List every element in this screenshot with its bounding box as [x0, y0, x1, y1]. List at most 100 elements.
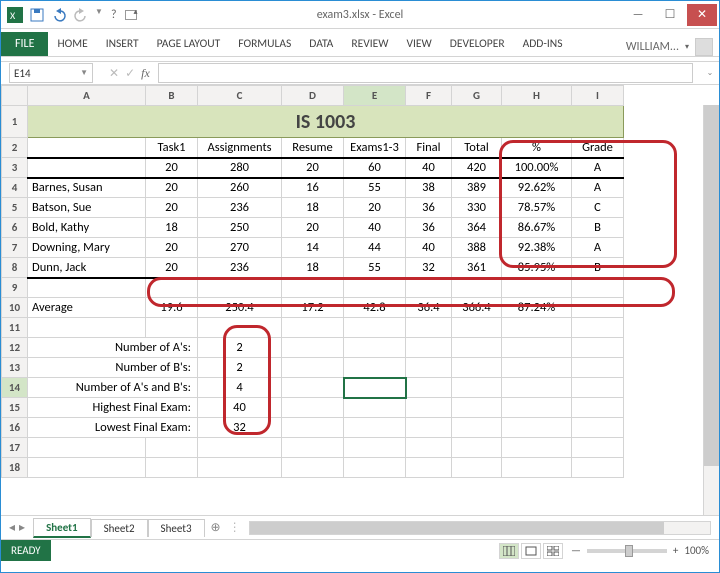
row-header-11[interactable]: 11 [2, 318, 28, 338]
cell[interactable]: Grade [572, 138, 624, 158]
cell[interactable] [502, 378, 572, 398]
cell[interactable]: 280 [198, 158, 282, 178]
minimize-button[interactable]: — [623, 4, 653, 26]
tab-add-ins[interactable]: ADD-INS [514, 32, 572, 56]
cell[interactable] [452, 458, 502, 478]
column-header-G[interactable]: G [452, 86, 502, 106]
cell[interactable]: 361 [452, 258, 502, 278]
cell[interactable]: 36 [406, 198, 452, 218]
cell[interactable] [452, 438, 502, 458]
cell[interactable] [344, 418, 406, 438]
cell[interactable]: 32 [406, 258, 452, 278]
cell[interactable] [344, 438, 406, 458]
cell[interactable]: 38 [406, 178, 452, 198]
close-button[interactable]: ✕ [687, 4, 717, 26]
select-all-cell[interactable] [2, 86, 28, 106]
cell[interactable]: 86.67% [502, 218, 572, 238]
cell[interactable]: Final [406, 138, 452, 158]
cell[interactable] [572, 358, 624, 378]
cell[interactable] [452, 318, 502, 338]
horizontal-scrollbar[interactable] [249, 521, 711, 535]
cell[interactable]: 18 [282, 198, 344, 218]
redo-icon[interactable] [73, 7, 89, 23]
cell[interactable] [572, 278, 624, 298]
cell[interactable] [452, 378, 502, 398]
user-avatar-icon[interactable] [695, 38, 713, 56]
cell[interactable]: Barnes, Susan [28, 178, 146, 198]
cell[interactable]: 20 [146, 238, 198, 258]
column-header-A[interactable]: A [28, 86, 146, 106]
row-header-16[interactable]: 16 [2, 418, 28, 438]
cell[interactable] [502, 398, 572, 418]
tab-insert[interactable]: INSERT [97, 32, 148, 56]
undo-icon[interactable] [51, 7, 67, 23]
cell[interactable] [572, 418, 624, 438]
cell[interactable]: 20 [146, 258, 198, 278]
cell[interactable]: 20 [282, 218, 344, 238]
maximize-button[interactable]: ☐ [655, 4, 685, 26]
cell[interactable] [198, 278, 282, 298]
cell[interactable]: 364 [452, 218, 502, 238]
cell[interactable]: 330 [452, 198, 502, 218]
cell[interactable] [344, 278, 406, 298]
zoom-slider[interactable] [587, 549, 667, 553]
cell[interactable]: 92.62% [502, 178, 572, 198]
cell[interactable] [452, 398, 502, 418]
cell[interactable] [502, 318, 572, 338]
column-header-B[interactable]: B [146, 86, 198, 106]
user-name[interactable]: WILLIAM... [626, 40, 679, 54]
cell[interactable] [282, 318, 344, 338]
cell[interactable] [146, 458, 198, 478]
stat-label[interactable]: Highest Final Exam: [28, 398, 198, 418]
row-header-17[interactable]: 17 [2, 438, 28, 458]
cell[interactable] [572, 458, 624, 478]
cell[interactable]: 260 [198, 178, 282, 198]
cell[interactable]: 40 [406, 238, 452, 258]
cell[interactable] [198, 438, 282, 458]
tab-developer[interactable]: DEVELOPER [441, 32, 514, 56]
cell[interactable]: C [572, 198, 624, 218]
cell[interactable] [406, 398, 452, 418]
vertical-scrollbar[interactable] [703, 105, 719, 515]
formula-bar-expand-icon[interactable]: ⌄ [701, 61, 719, 85]
formula-bar[interactable] [158, 63, 693, 83]
cell[interactable] [28, 138, 146, 158]
cell[interactable]: A [572, 238, 624, 258]
cell[interactable] [406, 358, 452, 378]
cell[interactable]: 14 [282, 238, 344, 258]
cell[interactable]: 36.4 [406, 298, 452, 318]
cell[interactable] [282, 378, 344, 398]
cell[interactable] [406, 318, 452, 338]
cell[interactable]: 18 [146, 218, 198, 238]
cell[interactable] [28, 158, 146, 178]
worksheet-grid[interactable]: ABCDEFGHI1IS 10032Task1AssignmentsResume… [1, 85, 719, 515]
cell[interactable]: 55 [344, 258, 406, 278]
row-header-18[interactable]: 18 [2, 458, 28, 478]
cell[interactable]: 389 [452, 178, 502, 198]
cell[interactable]: Assignments [198, 138, 282, 158]
column-header-E[interactable]: E [344, 86, 406, 106]
cell[interactable]: Downing, Mary [28, 238, 146, 258]
zoom-level[interactable]: 100% [684, 544, 709, 557]
cell[interactable] [572, 378, 624, 398]
cell[interactable] [502, 438, 572, 458]
sheet-tab-2[interactable]: Sheet2 [91, 519, 148, 537]
row-header-15[interactable]: 15 [2, 398, 28, 418]
cell[interactable]: % [502, 138, 572, 158]
cell[interactable]: 250 [198, 218, 282, 238]
stat-value[interactable]: 40 [198, 398, 282, 418]
tab-scroll-left-icon[interactable]: ◂ [9, 520, 15, 535]
cell[interactable] [406, 438, 452, 458]
cell[interactable] [28, 438, 146, 458]
cell[interactable]: 16 [282, 178, 344, 198]
name-box[interactable]: E14 ▼ [9, 63, 93, 83]
stat-value[interactable]: 2 [198, 358, 282, 378]
cell-selected[interactable] [344, 378, 406, 398]
cell[interactable] [146, 438, 198, 458]
cell[interactable] [452, 418, 502, 438]
row-header-13[interactable]: 13 [2, 358, 28, 378]
cell[interactable]: Total [452, 138, 502, 158]
cell[interactable] [406, 278, 452, 298]
cell[interactable]: 42.8 [344, 298, 406, 318]
row-header-6[interactable]: 6 [2, 218, 28, 238]
